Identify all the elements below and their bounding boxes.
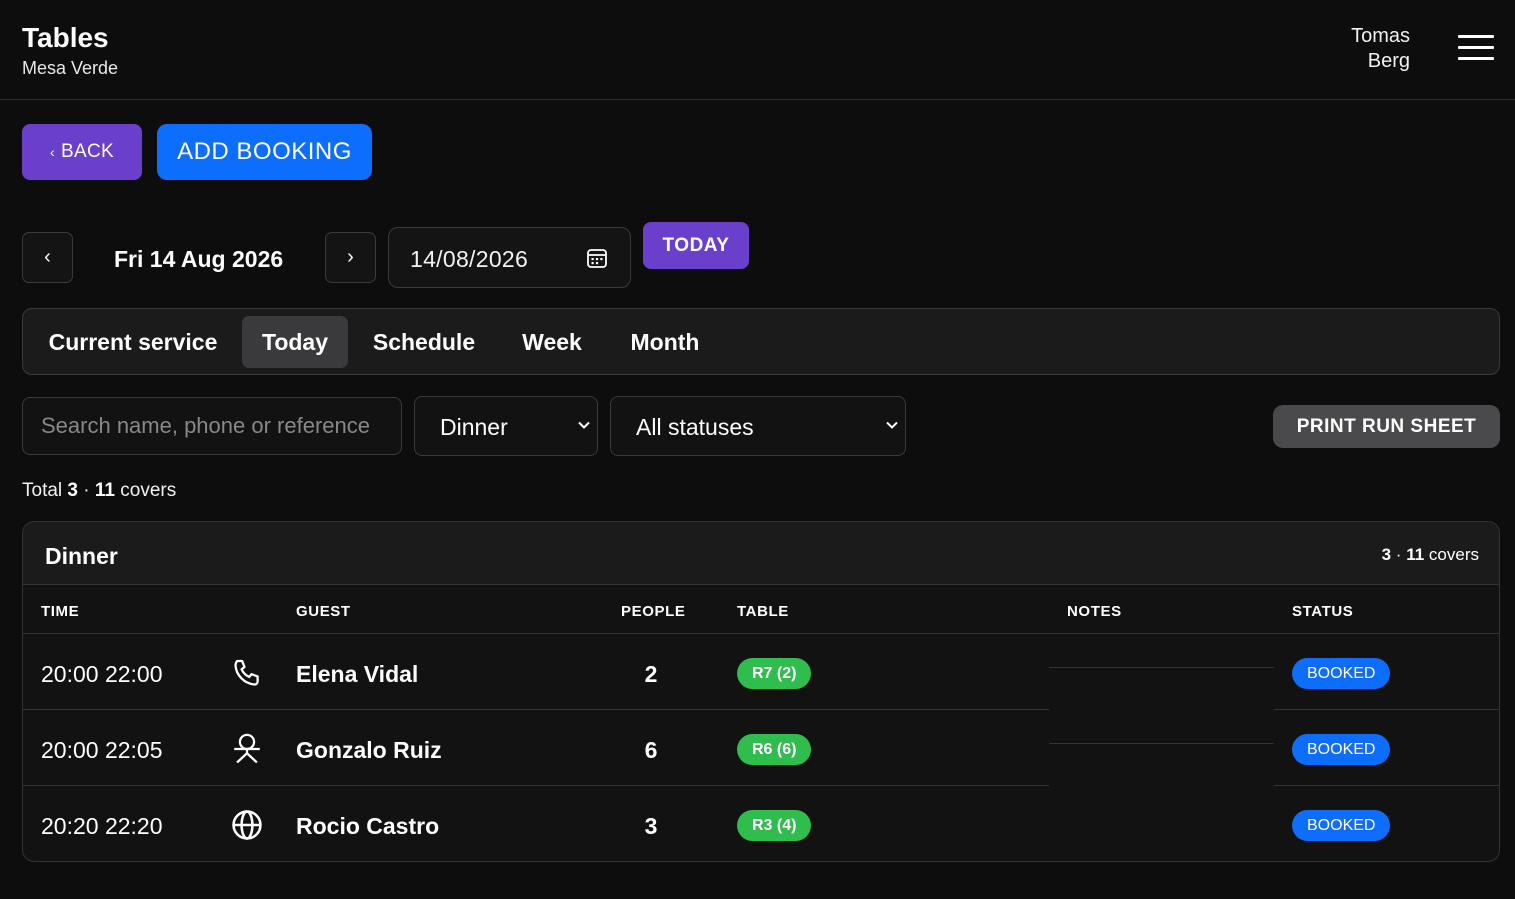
- next-day-button[interactable]: ›: [325, 232, 376, 283]
- hamburger-menu-icon[interactable]: [1458, 35, 1494, 61]
- booking-row[interactable]: 20:00 22:05 Gonzalo Ruiz 6 R6 (6) BOOKED: [23, 710, 1499, 786]
- tab-schedule[interactable]: Schedule: [361, 316, 487, 368]
- restaurant-name: Mesa Verde: [22, 58, 119, 78]
- column-header-guest: GUEST: [296, 603, 351, 620]
- chevron-down-icon: [886, 421, 898, 429]
- date-picker-input[interactable]: 14/08/2026: [388, 227, 631, 288]
- previous-day-button[interactable]: ‹: [22, 232, 73, 283]
- today-button[interactable]: TODAY: [643, 222, 749, 269]
- back-button-label: BACK: [61, 141, 114, 162]
- column-header-time: TIME: [41, 603, 80, 620]
- status-badge[interactable]: BOOKED: [1292, 810, 1391, 841]
- status-badge[interactable]: BOOKED: [1292, 658, 1391, 689]
- app-title: Tables: [22, 22, 109, 53]
- notes-divider: [1049, 667, 1274, 668]
- top-bar: Tables Mesa Verde Tomas Berg: [0, 0, 1515, 100]
- status-badge[interactable]: BOOKED: [1292, 734, 1391, 765]
- total-covers-label: covers: [120, 480, 177, 501]
- table-badge[interactable]: R3 (4): [737, 810, 812, 841]
- table-badge[interactable]: R6 (6): [737, 734, 812, 765]
- booking-time: 20:20 22:20: [41, 813, 163, 839]
- tab-week[interactable]: Week: [507, 316, 597, 368]
- walk-in-person-icon: [234, 733, 260, 764]
- booking-row[interactable]: 20:20 22:20 Rocio Castro 3 R3 (4) BOOKED: [23, 786, 1499, 861]
- calendar-icon[interactable]: [586, 247, 608, 269]
- chevron-left-icon: ‹: [44, 246, 51, 268]
- total-bookings: 3: [67, 480, 78, 501]
- column-header-status: STATUS: [1292, 603, 1354, 620]
- user-first-name: Tomas: [1351, 25, 1410, 47]
- service-title: Dinner: [45, 543, 118, 569]
- service-covers: 11: [1406, 545, 1425, 564]
- party-size: 2: [644, 661, 658, 687]
- tab-month[interactable]: Month: [615, 316, 715, 368]
- status-select[interactable]: All statuses: [610, 396, 906, 456]
- total-summary: Total 3 · 11 covers: [22, 480, 176, 502]
- booking-time: 20:00 22:05: [41, 737, 163, 763]
- add-booking-button[interactable]: ADD BOOKING: [157, 124, 372, 180]
- service-card: Dinner 3 · 11 covers TIME GUEST PEOPLE T…: [22, 521, 1500, 862]
- current-date-label: Fri 14 Aug 2026: [114, 246, 284, 272]
- service-card-header: Dinner 3 · 11 covers: [23, 522, 1499, 585]
- service-select-value: Dinner: [440, 414, 508, 440]
- party-size: 6: [644, 737, 658, 763]
- column-header-table: TABLE: [737, 603, 789, 620]
- total-separator: ·: [83, 480, 90, 501]
- chevron-left-icon: ‹: [50, 144, 55, 160]
- total-prefix: Total: [22, 480, 63, 501]
- phone-icon: [234, 659, 259, 686]
- user-last-name: Berg: [1367, 50, 1410, 72]
- service-separator: ·: [1395, 545, 1402, 564]
- booking-row[interactable]: 20:00 22:00 Elena Vidal 2 R7 (2) BOOKED: [23, 634, 1499, 710]
- user-name[interactable]: Tomas Berg: [1351, 24, 1410, 74]
- status-select-value: All statuses: [636, 414, 754, 440]
- guest-name[interactable]: Gonzalo Ruiz: [296, 737, 442, 764]
- view-tabs: Current service Today Schedule Week Mont…: [22, 308, 1500, 375]
- service-covers-summary: 3 · 11 covers: [1382, 545, 1479, 565]
- globe-icon: [232, 810, 262, 840]
- total-covers: 11: [94, 480, 115, 501]
- chevron-right-icon: ›: [347, 246, 354, 268]
- booking-time: 20:00 22:00: [41, 661, 163, 687]
- service-covers-label: covers: [1428, 545, 1479, 564]
- chevron-down-icon: [578, 421, 590, 429]
- search-input[interactable]: [22, 397, 402, 455]
- column-header-people: PEOPLE: [621, 603, 686, 620]
- guest-name[interactable]: Rocio Castro: [296, 813, 439, 840]
- column-header-notes: NOTES: [1067, 603, 1122, 620]
- date-input-value: 14/08/2026: [410, 246, 529, 272]
- tab-current-service[interactable]: Current service: [37, 316, 229, 368]
- guest-name[interactable]: Elena Vidal: [296, 661, 418, 688]
- service-bookings: 3: [1381, 545, 1392, 564]
- print-run-sheet-button[interactable]: PRINT RUN SHEET: [1273, 405, 1500, 448]
- party-size: 3: [644, 813, 658, 839]
- table-badge[interactable]: R7 (2): [737, 658, 812, 689]
- notes-divider: [1049, 743, 1274, 744]
- tab-today[interactable]: Today: [242, 316, 348, 368]
- back-button[interactable]: ‹ BACK: [22, 124, 142, 180]
- service-select[interactable]: Dinner: [414, 396, 598, 456]
